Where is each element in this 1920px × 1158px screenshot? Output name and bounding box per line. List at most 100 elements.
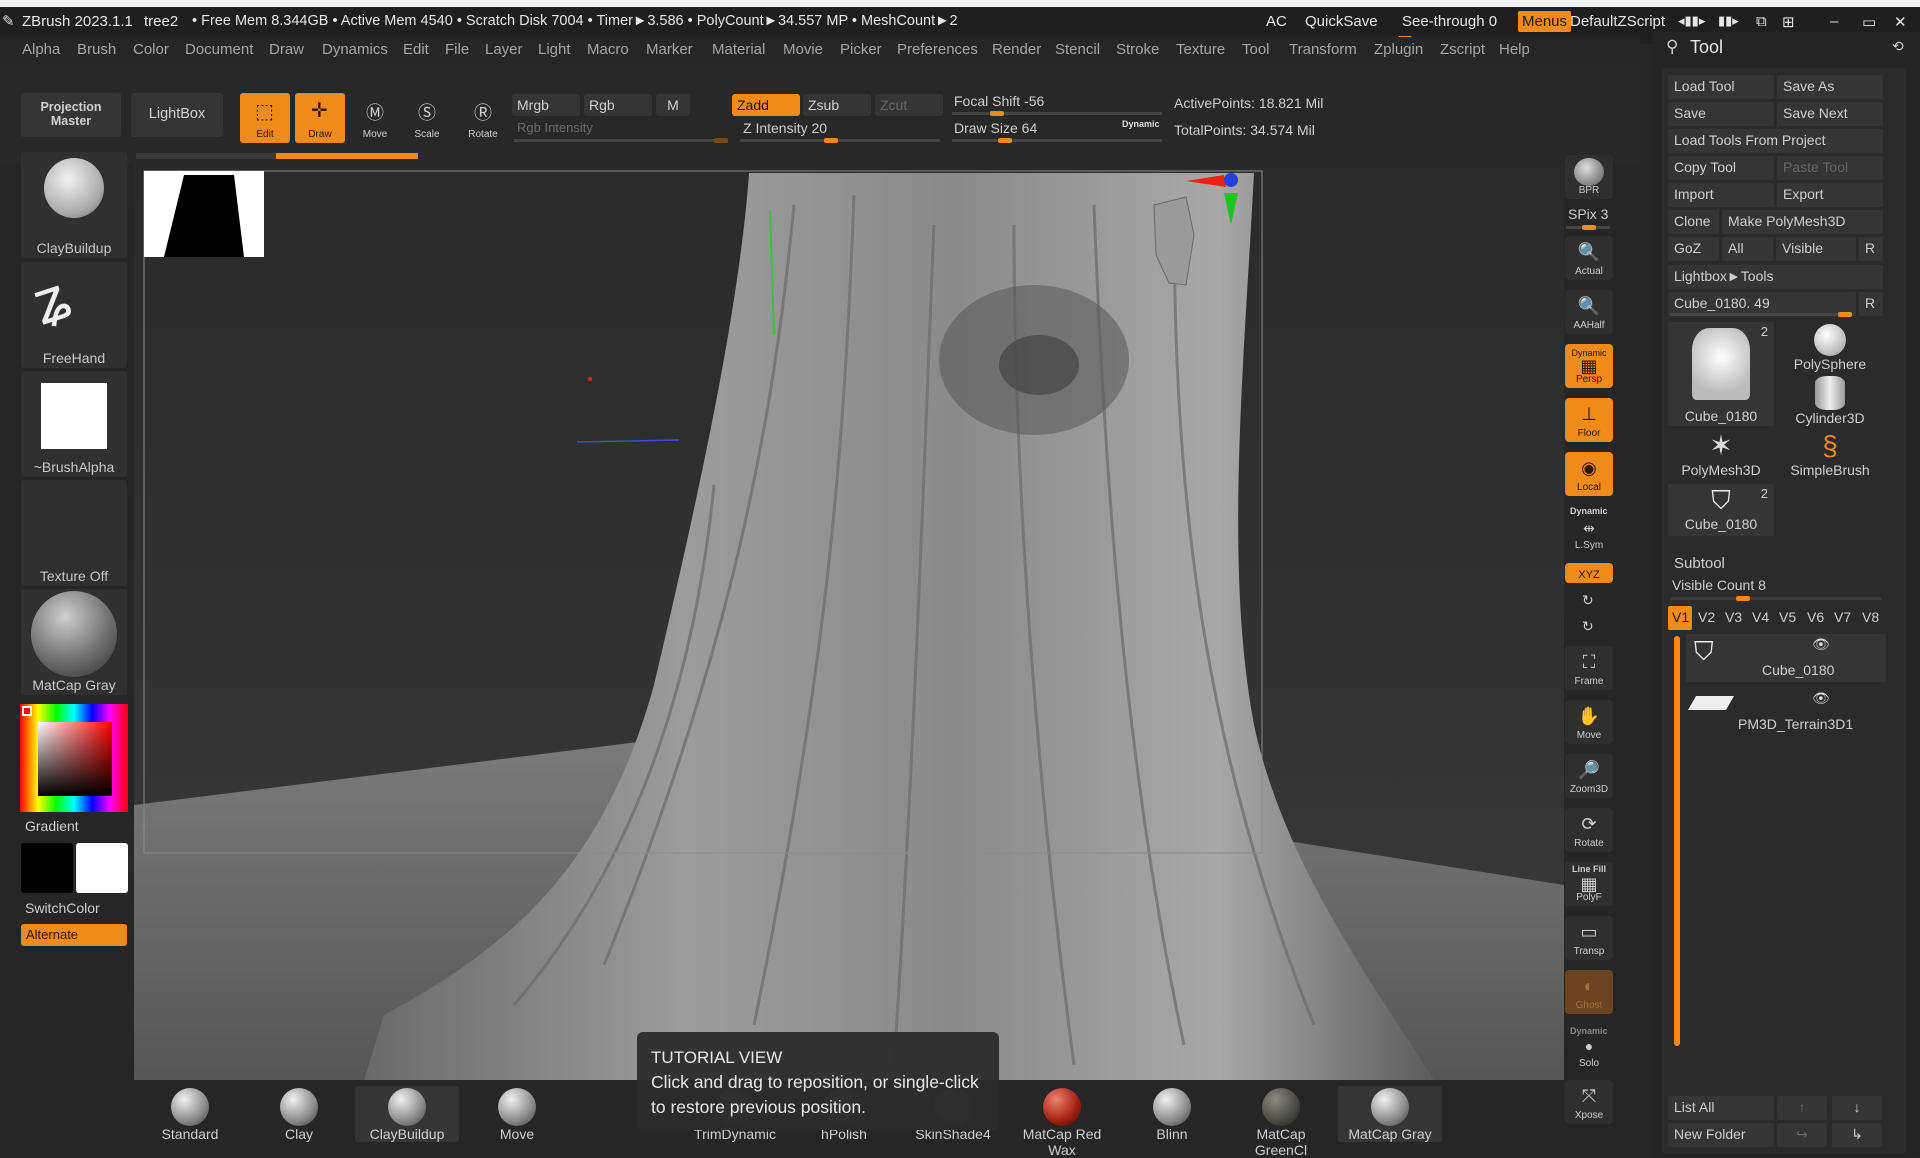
material-matcap-greenclay[interactable]: MatCap GreenCl	[1229, 1086, 1333, 1158]
zsub-button[interactable]: Zsub	[803, 94, 871, 116]
redirect-icon[interactable]: ↪	[1777, 1123, 1827, 1147]
brush-claybuildup[interactable]: ClayBuildup	[355, 1086, 459, 1142]
return-icon[interactable]: ↳	[1832, 1123, 1882, 1147]
visible-count-slider[interactable]: Visible Count 8	[1672, 577, 1766, 593]
menus-button[interactable]: Menus	[1518, 11, 1572, 32]
tool-tile-polysphere[interactable]: PolySphere	[1777, 322, 1883, 372]
window-arrange-icon[interactable]: ⊞	[1782, 13, 1795, 31]
current-tool-r-button[interactable]: R	[1859, 292, 1883, 316]
menu-stroke[interactable]: Stroke	[1116, 41, 1159, 58]
gradient-label[interactable]: Gradient	[25, 818, 79, 834]
bpr-button[interactable]: BPR	[1565, 155, 1613, 199]
menu-tool[interactable]: Tool	[1242, 41, 1270, 58]
new-folder-button[interactable]: New Folder	[1668, 1123, 1774, 1147]
polyf-button[interactable]: Line Fill ▦ PolyF	[1565, 862, 1613, 906]
current-tool-track[interactable]	[1670, 312, 1854, 317]
ac-label[interactable]: AC	[1266, 13, 1287, 30]
tool-panel-refresh-icon[interactable]: ⟲	[1892, 38, 1904, 55]
focal-shift-track[interactable]	[952, 111, 1162, 116]
version-v6-tab[interactable]: V6	[1807, 609, 1824, 625]
import-button[interactable]: Import	[1668, 183, 1774, 207]
subtool-title[interactable]: Subtool	[1674, 555, 1725, 572]
menu-file[interactable]: File	[445, 41, 469, 58]
make-polymesh3d-button[interactable]: Make PolyMesh3D	[1722, 210, 1883, 234]
tool-tile-cube-0180-2[interactable]: ⛉ 2 Cube_0180	[1668, 484, 1774, 536]
zadd-button[interactable]: Zadd	[732, 94, 800, 116]
current-material[interactable]: MatCap Gray	[21, 589, 127, 695]
current-texture[interactable]: Texture Off	[21, 480, 127, 586]
scale-button[interactable]: Ⓢ Scale	[404, 93, 450, 143]
load-tool-button[interactable]: Load Tool	[1668, 75, 1774, 99]
menu-help[interactable]: Help	[1499, 41, 1530, 58]
window-layout-icon[interactable]: ⧉	[1756, 13, 1767, 30]
tool-tile-cube-0180[interactable]: 2 Cube_0180	[1668, 322, 1774, 426]
subtool-visibility-eye-icon-2[interactable]: 👁	[1812, 690, 1830, 707]
mrgb-button[interactable]: Mrgb	[512, 94, 580, 116]
menu-texture[interactable]: Texture	[1176, 41, 1225, 58]
tool-tile-polymesh3d[interactable]: ✶ PolyMesh3D	[1668, 430, 1774, 480]
layout-icon-2[interactable]: ▮▮▸	[1718, 13, 1739, 29]
menu-draw[interactable]: Draw	[269, 41, 304, 58]
goz-r-button[interactable]: R	[1859, 237, 1883, 261]
canvas-viewport[interactable]	[134, 165, 1564, 1080]
spix-slider[interactable]: SPix 3	[1568, 206, 1608, 222]
save-button[interactable]: Save	[1668, 102, 1774, 126]
rgb-button[interactable]: Rgb	[584, 94, 652, 116]
menu-brush[interactable]: Brush	[77, 41, 116, 58]
alternate-button[interactable]: Alternate	[21, 924, 127, 946]
rotate-view-button[interactable]: ⟳ Rotate	[1565, 808, 1613, 852]
tool-panel-title[interactable]: Tool	[1690, 37, 1723, 58]
move-up-arrow-icon[interactable]: ↑	[1777, 1096, 1827, 1120]
clone-button[interactable]: Clone	[1668, 210, 1719, 234]
rotate-y-icon[interactable]: ↻	[1582, 592, 1594, 609]
lightbox-tools-button[interactable]: Lightbox►Tools	[1668, 265, 1883, 289]
draw-size-track[interactable]	[952, 138, 1162, 143]
tree-trunk-render[interactable]	[134, 165, 1564, 1080]
paste-tool-button[interactable]: Paste Tool	[1777, 156, 1883, 180]
z-intensity-slider[interactable]: Z Intensity 20	[743, 120, 827, 136]
color-picker-square[interactable]	[38, 722, 112, 796]
tool-panel-pin-icon[interactable]: ⚲	[1666, 37, 1678, 57]
menu-render[interactable]: Render	[992, 41, 1041, 58]
menu-document[interactable]: Document	[185, 41, 253, 58]
version-v7-tab[interactable]: V7	[1834, 609, 1851, 625]
menu-edit[interactable]: Edit	[403, 41, 429, 58]
rgb-intensity-slider[interactable]: Rgb Intensity	[517, 120, 593, 135]
zcut-button[interactable]: Zcut	[875, 94, 943, 116]
edit-button[interactable]: ⬚ Edit	[240, 93, 290, 143]
see-through-slider[interactable]: See-through 0	[1402, 13, 1497, 30]
goz-all-button[interactable]: All	[1722, 237, 1773, 261]
current-stroke[interactable]: ʑ FreeHand	[21, 262, 127, 368]
subtool-scrollbar[interactable]	[1674, 636, 1680, 1046]
color-picker-hue[interactable]	[20, 704, 128, 812]
layout-icon[interactable]: ◂▮▮▸	[1678, 13, 1705, 29]
main-color-swatch[interactable]	[21, 843, 73, 893]
material-blinn[interactable]: Blinn	[1120, 1086, 1224, 1142]
material-matcap-gray[interactable]: MatCap Gray	[1338, 1086, 1442, 1142]
menu-picker[interactable]: Picker	[840, 41, 882, 58]
tool-tile-cylinder3d[interactable]: Cylinder3D	[1777, 376, 1883, 426]
draw-button[interactable]: ✛ Draw	[295, 93, 345, 143]
rotate-button[interactable]: Ⓡ Rotate	[460, 93, 506, 143]
subtool-item-pm3d-terrain[interactable]: 👁 PM3D_Terrain3D1	[1686, 688, 1886, 736]
xyz-button[interactable]: XYZ	[1565, 563, 1613, 583]
draw-size-slider[interactable]: Draw Size 64	[954, 120, 1037, 136]
floor-button[interactable]: ⊥ Floor	[1565, 398, 1613, 442]
move-down-arrow-icon[interactable]: ↓	[1832, 1096, 1882, 1120]
move-button[interactable]: Ⓜ Move	[352, 93, 398, 143]
menu-material[interactable]: Material	[712, 41, 765, 58]
rgb-intensity-track[interactable]	[514, 138, 728, 143]
menu-dynamics[interactable]: Dynamics	[322, 41, 388, 58]
visible-count-track[interactable]	[1670, 596, 1882, 601]
aahalf-button[interactable]: 🔍 AAHalf	[1565, 290, 1613, 334]
menu-alpha[interactable]: Alpha	[22, 41, 60, 58]
subtool-item-cube-0180[interactable]: ⛉ 👁 Cube_0180	[1686, 634, 1886, 682]
tool-tile-simplebrush[interactable]: § SimpleBrush	[1777, 430, 1883, 480]
dynamic-toggle[interactable]: Dynamic	[1122, 119, 1160, 129]
tutorial-view-popup[interactable]: TUTORIAL VIEW Click and drag to repositi…	[637, 1032, 999, 1130]
projection-master-button[interactable]: Projection Master	[21, 93, 121, 137]
brush-move[interactable]: Move	[465, 1086, 569, 1142]
ghost-button[interactable]: ◐ Ghost	[1565, 970, 1613, 1014]
menu-transform[interactable]: Transform	[1289, 41, 1357, 58]
export-button[interactable]: Export	[1777, 183, 1883, 207]
